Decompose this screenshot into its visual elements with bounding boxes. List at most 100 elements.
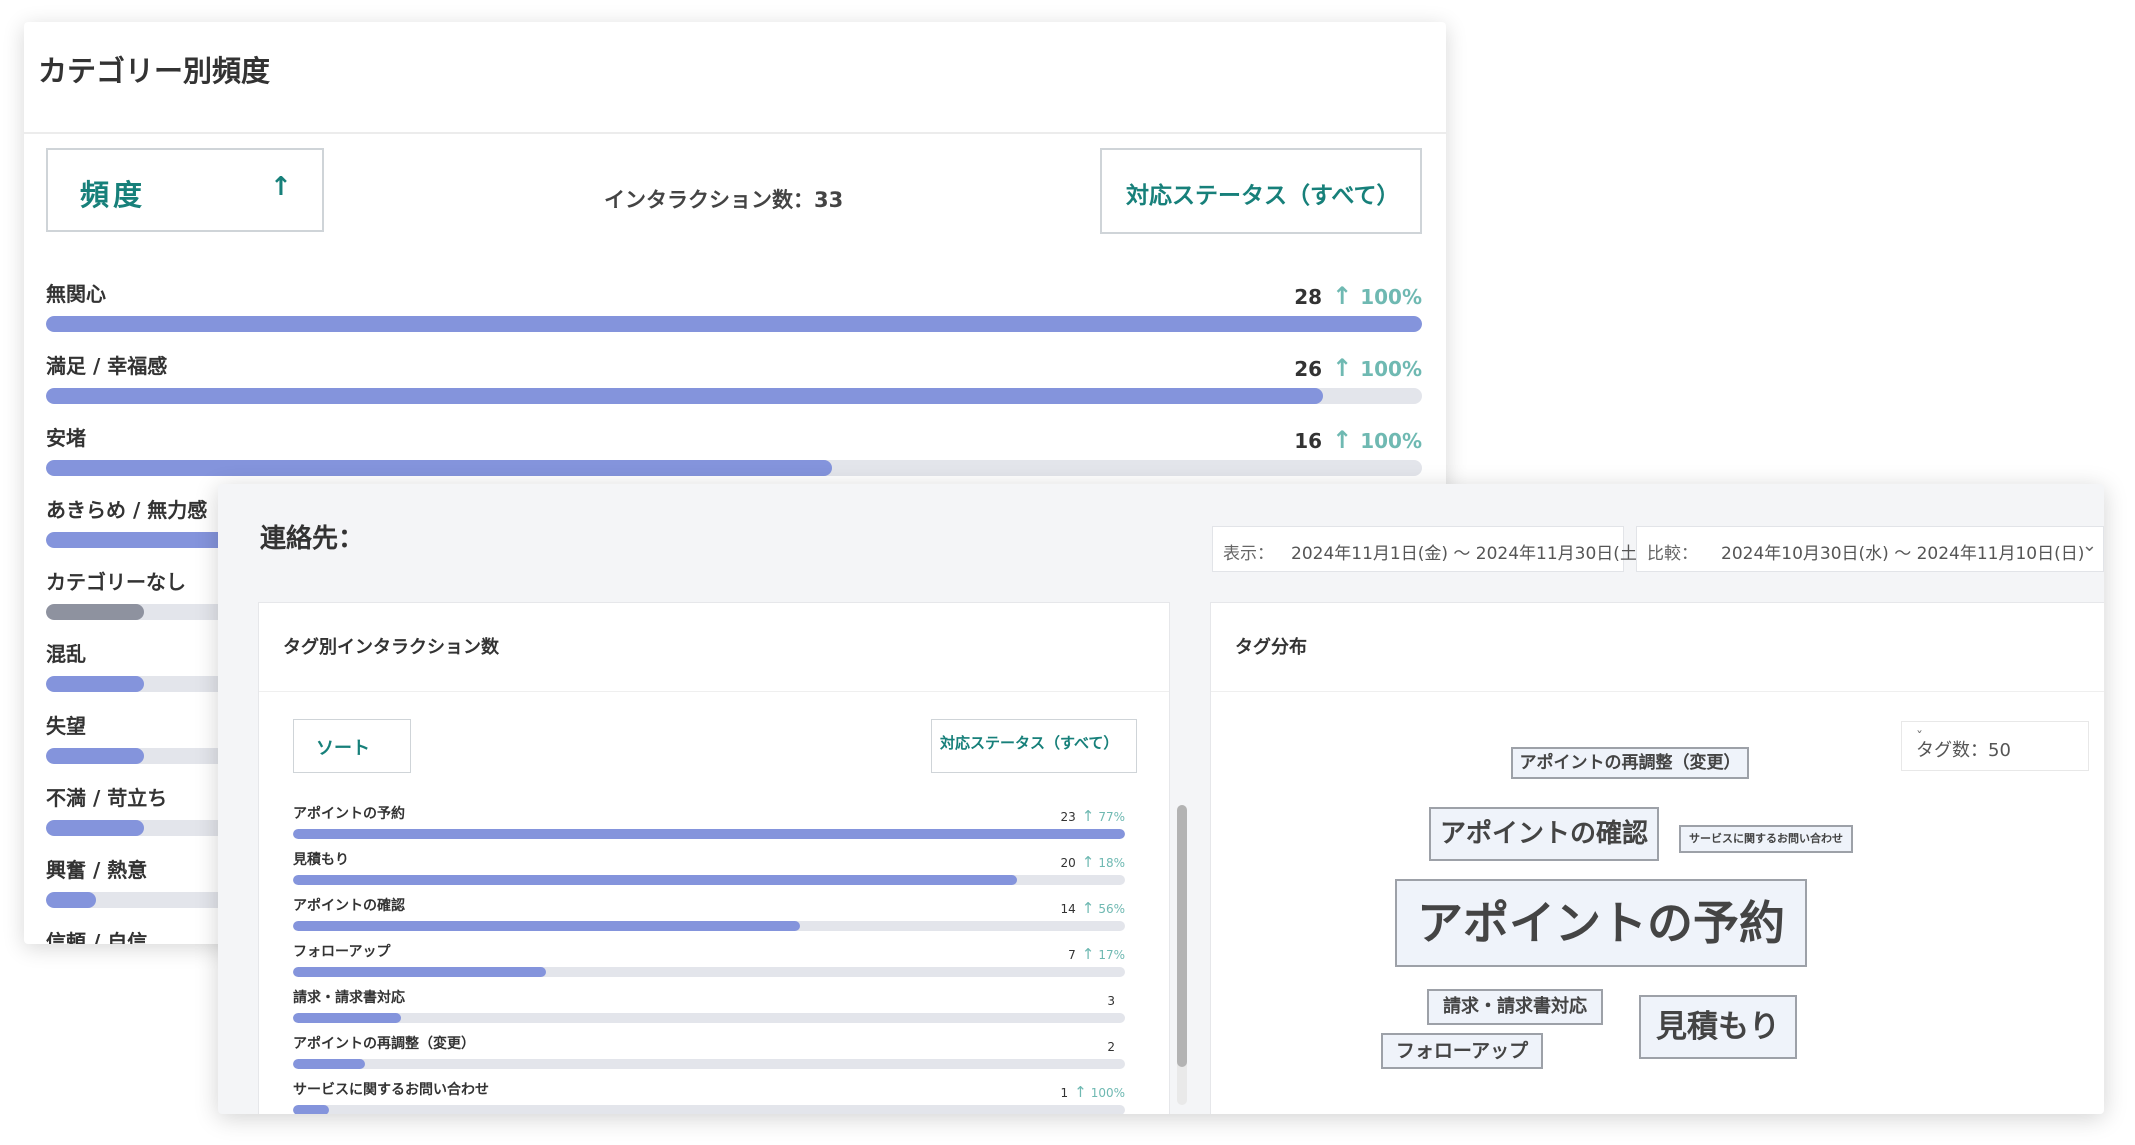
tag-meta: 23 ↑ 77% bbox=[1060, 807, 1125, 825]
tag-count: 20 bbox=[1060, 856, 1076, 870]
category-name: 失望 bbox=[46, 714, 86, 738]
category-row: 無関心 28 ↑ 100% bbox=[46, 278, 1422, 338]
tag-percent: 18% bbox=[1098, 856, 1125, 870]
tag-distribution-panel: タグ分布 タグ数：50 ˇ アポイントの再調整（変更） アポイントの確認 サービ… bbox=[1210, 602, 2104, 1114]
status-filter-label: 対応ステータス（すべて） bbox=[940, 734, 1119, 752]
arrow-up-icon: ↑ bbox=[270, 172, 292, 202]
compare-range-key: 比較： bbox=[1647, 544, 1698, 564]
category-meta: 28 ↑ 100% bbox=[1294, 282, 1422, 310]
tag-percent: 77% bbox=[1098, 810, 1125, 824]
progress-track bbox=[46, 316, 1422, 332]
chevron-down-icon: ⌄ bbox=[2081, 535, 2097, 556]
sort-button[interactable]: ソート bbox=[293, 719, 411, 773]
tag-count: 1 bbox=[1060, 1086, 1069, 1100]
panel-title: タグ別インタラクション数 bbox=[283, 637, 499, 658]
progress-track bbox=[46, 460, 1422, 476]
arrow-up-icon: ↑ bbox=[1081, 899, 1095, 917]
category-percent: 100% bbox=[1360, 285, 1422, 309]
tag-meta: 14 ↑ 56% bbox=[1060, 899, 1125, 917]
progress-track bbox=[293, 921, 1125, 931]
category-percent: 100% bbox=[1360, 357, 1422, 381]
scrollbar-thumb[interactable] bbox=[1177, 805, 1187, 1067]
status-filter-button[interactable]: 対応ステータス（すべて） bbox=[1100, 148, 1422, 234]
tag-count: 14 bbox=[1060, 902, 1076, 916]
display-range-key: 表示： bbox=[1223, 544, 1274, 564]
category-name: 無関心 bbox=[46, 282, 106, 306]
tag-count-select[interactable]: タグ数：50 ˇ bbox=[1901, 721, 2089, 771]
category-percent: 100% bbox=[1360, 429, 1422, 453]
arrow-up-icon: ↑ bbox=[1081, 853, 1095, 871]
display-range-value: 2024年11月1日(金) 〜 2024年11月30日(土) bbox=[1291, 544, 1644, 564]
category-name: 信頼 / 自信 bbox=[46, 930, 148, 944]
category-count: 16 bbox=[1294, 429, 1323, 453]
cloud-tag-service-inquiry[interactable]: サービスに関するお問い合わせ bbox=[1679, 825, 1853, 853]
scrollbar[interactable] bbox=[1177, 805, 1187, 1105]
tag-name: フォローアップ bbox=[293, 944, 391, 960]
cloud-tag-billing[interactable]: 請求・請求書対応 bbox=[1427, 989, 1603, 1025]
progress-track bbox=[293, 829, 1125, 839]
progress-track bbox=[293, 1059, 1125, 1069]
category-meta: 16 ↑ 100% bbox=[1294, 426, 1422, 454]
cloud-tag-reschedule[interactable]: アポイントの再調整（変更） bbox=[1511, 747, 1749, 779]
tag-meta: 7 ↑ 17% bbox=[1068, 945, 1125, 963]
cloud-tag-followup[interactable]: フォローアップ bbox=[1381, 1033, 1543, 1069]
tag-name: アポイントの確認 bbox=[293, 898, 405, 914]
progress-track bbox=[293, 967, 1125, 977]
progress-fill bbox=[46, 388, 1323, 404]
category-row: 満足 / 幸福感 26 ↑ 100% bbox=[46, 350, 1422, 410]
tag-count: 2 bbox=[1107, 1040, 1115, 1054]
cloud-tag-estimate[interactable]: 見積もり bbox=[1639, 995, 1797, 1059]
tag-count: 3 bbox=[1107, 994, 1115, 1008]
progress-fill bbox=[46, 316, 1422, 332]
compare-range-value: 2024年10月30日(水) 〜 2024年11月10日(日) bbox=[1721, 544, 2085, 564]
progress-fill bbox=[293, 875, 1017, 885]
status-filter-button[interactable]: 対応ステータス（すべて） bbox=[931, 719, 1137, 773]
progress-fill bbox=[293, 1105, 329, 1114]
contact-panel: 連絡先： 表示： 2024年11月1日(金) 〜 2024年11月30日(土) … bbox=[218, 484, 2104, 1114]
arrow-up-icon: ↑ bbox=[1332, 282, 1353, 310]
display-date-range[interactable]: 表示： 2024年11月1日(金) 〜 2024年11月30日(土) bbox=[1212, 526, 1644, 572]
category-name: 安堵 bbox=[46, 426, 86, 450]
arrow-up-icon: ↑ bbox=[1332, 354, 1353, 382]
sort-frequency-button[interactable]: 頻度 ↑ bbox=[46, 148, 324, 232]
tag-row: アポイントの予約 23 ↑ 77% bbox=[293, 803, 1125, 849]
arrow-up-icon: ↑ bbox=[1081, 945, 1095, 963]
category-name: 興奮 / 熱意 bbox=[46, 858, 148, 882]
tag-row: アポイントの確認 14 ↑ 56% bbox=[293, 895, 1125, 941]
category-name: カテゴリーなし bbox=[46, 570, 186, 594]
tag-row: 見積もり 20 ↑ 18% bbox=[293, 849, 1125, 895]
cloud-tag-booking[interactable]: アポイントの予約 bbox=[1395, 879, 1807, 967]
tag-row: フォローアップ 7 ↑ 17% bbox=[293, 941, 1125, 987]
sort-frequency-label: 頻度 bbox=[80, 178, 147, 212]
tag-meta: 2 bbox=[1107, 1037, 1125, 1055]
contact-label: 連絡先： bbox=[260, 524, 365, 554]
tag-row: 請求・請求書対応 3 bbox=[293, 987, 1125, 1033]
tag-row: サービスに関するお問い合わせ 1 ↑ 100% bbox=[293, 1079, 1125, 1114]
interaction-count: インタラクション数：33 bbox=[604, 188, 844, 212]
status-filter-label: 対応ステータス（すべて） bbox=[1126, 183, 1400, 209]
tag-name: サービスに関するお問い合わせ bbox=[293, 1082, 489, 1098]
card-header: カテゴリー別頻度 bbox=[24, 22, 1446, 134]
progress-fill bbox=[293, 829, 1125, 839]
progress-fill bbox=[46, 820, 144, 836]
progress-fill bbox=[46, 460, 832, 476]
category-name: 満足 / 幸福感 bbox=[46, 354, 168, 378]
arrow-up-icon: ↑ bbox=[1074, 1083, 1087, 1101]
tag-interactions-panel: タグ別インタラクション数 ソート 対応ステータス（すべて） アポイントの予約 23… bbox=[258, 602, 1187, 1114]
progress-track bbox=[293, 1105, 1125, 1114]
category-name: あきらめ / 無力感 bbox=[46, 498, 208, 522]
compare-date-range[interactable]: 比較： 2024年10月30日(水) 〜 2024年11月10日(日) ⌄ bbox=[1636, 526, 2104, 572]
card-title: カテゴリー別頻度 bbox=[38, 54, 271, 88]
progress-fill bbox=[293, 1059, 366, 1069]
progress-fill bbox=[46, 892, 96, 908]
category-count: 26 bbox=[1294, 357, 1323, 381]
progress-fill bbox=[46, 676, 144, 692]
divider bbox=[1211, 691, 2104, 692]
tag-percent: 17% bbox=[1098, 948, 1125, 962]
progress-track bbox=[46, 388, 1422, 404]
tag-name: 請求・請求書対応 bbox=[293, 990, 405, 1006]
cloud-tag-confirm[interactable]: アポイントの確認 bbox=[1429, 807, 1659, 861]
tag-count: 7 bbox=[1068, 948, 1076, 962]
tag-count: 23 bbox=[1060, 810, 1076, 824]
chevron-down-icon: ˇ bbox=[1916, 730, 1923, 746]
